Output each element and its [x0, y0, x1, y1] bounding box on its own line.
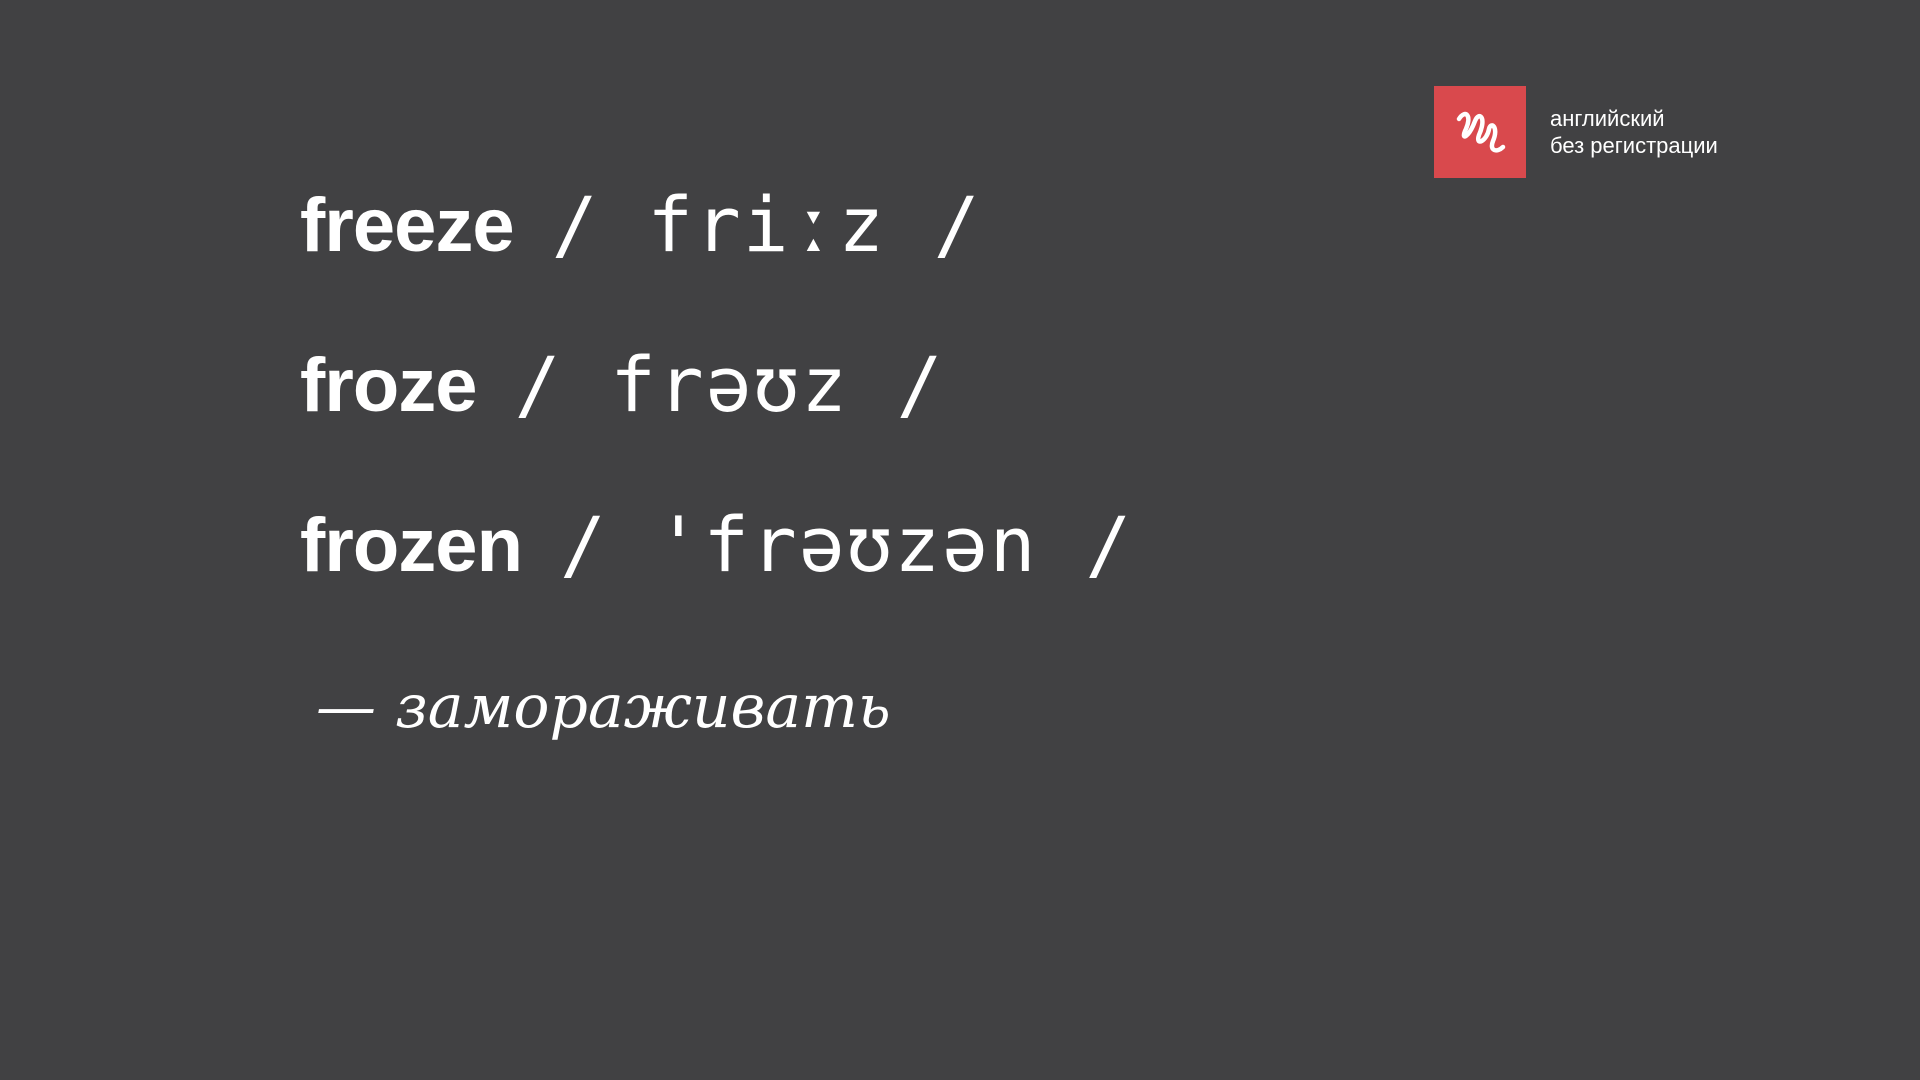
verb-row-participle: frozen / 'frəʊzən / — [300, 500, 1133, 589]
brand-name-line1: английский — [1550, 106, 1665, 131]
verb-row-infinitive: freeze / friːz / — [300, 180, 982, 269]
verb-transcription: / friːz / — [551, 180, 982, 269]
translation: — замораживать — [316, 672, 891, 742]
squiggle-logo-icon — [1434, 86, 1526, 178]
verb-word: froze — [300, 343, 478, 428]
verb-transcription: / frəʊz / — [514, 340, 945, 429]
brand-logo: английский без регистрации — [1434, 86, 1718, 178]
verb-word: freeze — [300, 183, 515, 268]
brand-name: английский без регистрации — [1550, 105, 1718, 159]
verb-word: frozen — [300, 503, 523, 588]
brand-name-line2: без регистрации — [1550, 133, 1718, 158]
slide: английский без регистрации freeze / friː… — [0, 0, 1920, 1080]
verb-row-past: froze / frəʊz / — [300, 340, 944, 429]
verb-transcription: / 'frəʊzən / — [560, 500, 1134, 589]
